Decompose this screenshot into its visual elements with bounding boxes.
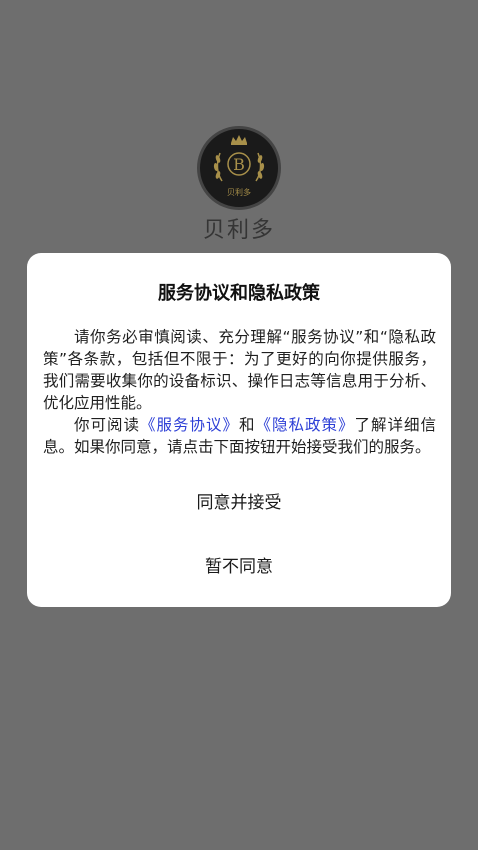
dialog-body: 请你务必审慎阅读、充分理解“服务协议”和“隐私政策”各条款，包括但不限于：为了更… xyxy=(43,326,436,458)
privacy-policy-link[interactable]: 《隐私政策》 xyxy=(255,416,354,434)
privacy-dialog: 服务协议和隐私政策 请你务必审慎阅读、充分理解“服务协议”和“隐私政策”各条款，… xyxy=(27,253,451,607)
para2-prefix: 你可阅读 xyxy=(74,416,140,434)
disagree-button[interactable]: 暂不同意 xyxy=(27,545,451,589)
dialog-paragraph-2: 你可阅读《服务协议》和《隐私政策》了解详细信息。如果你同意，请点击下面按钮开始接… xyxy=(43,414,436,458)
logo-caption: 贝利多 xyxy=(227,188,251,197)
app-name: 贝利多 xyxy=(202,218,275,243)
dialog-title: 服务协议和隐私政策 xyxy=(158,283,320,304)
app-logo: B 贝利多 xyxy=(197,126,281,210)
agree-button[interactable]: 同意并接受 xyxy=(27,481,451,525)
para2-and: 和 xyxy=(238,416,256,434)
logo-letter: B xyxy=(233,155,245,174)
dialog-paragraph-1: 请你务必审慎阅读、充分理解“服务协议”和“隐私政策”各条款，包括但不限于：为了更… xyxy=(43,328,436,412)
service-agreement-link[interactable]: 《服务协议》 xyxy=(140,416,239,434)
